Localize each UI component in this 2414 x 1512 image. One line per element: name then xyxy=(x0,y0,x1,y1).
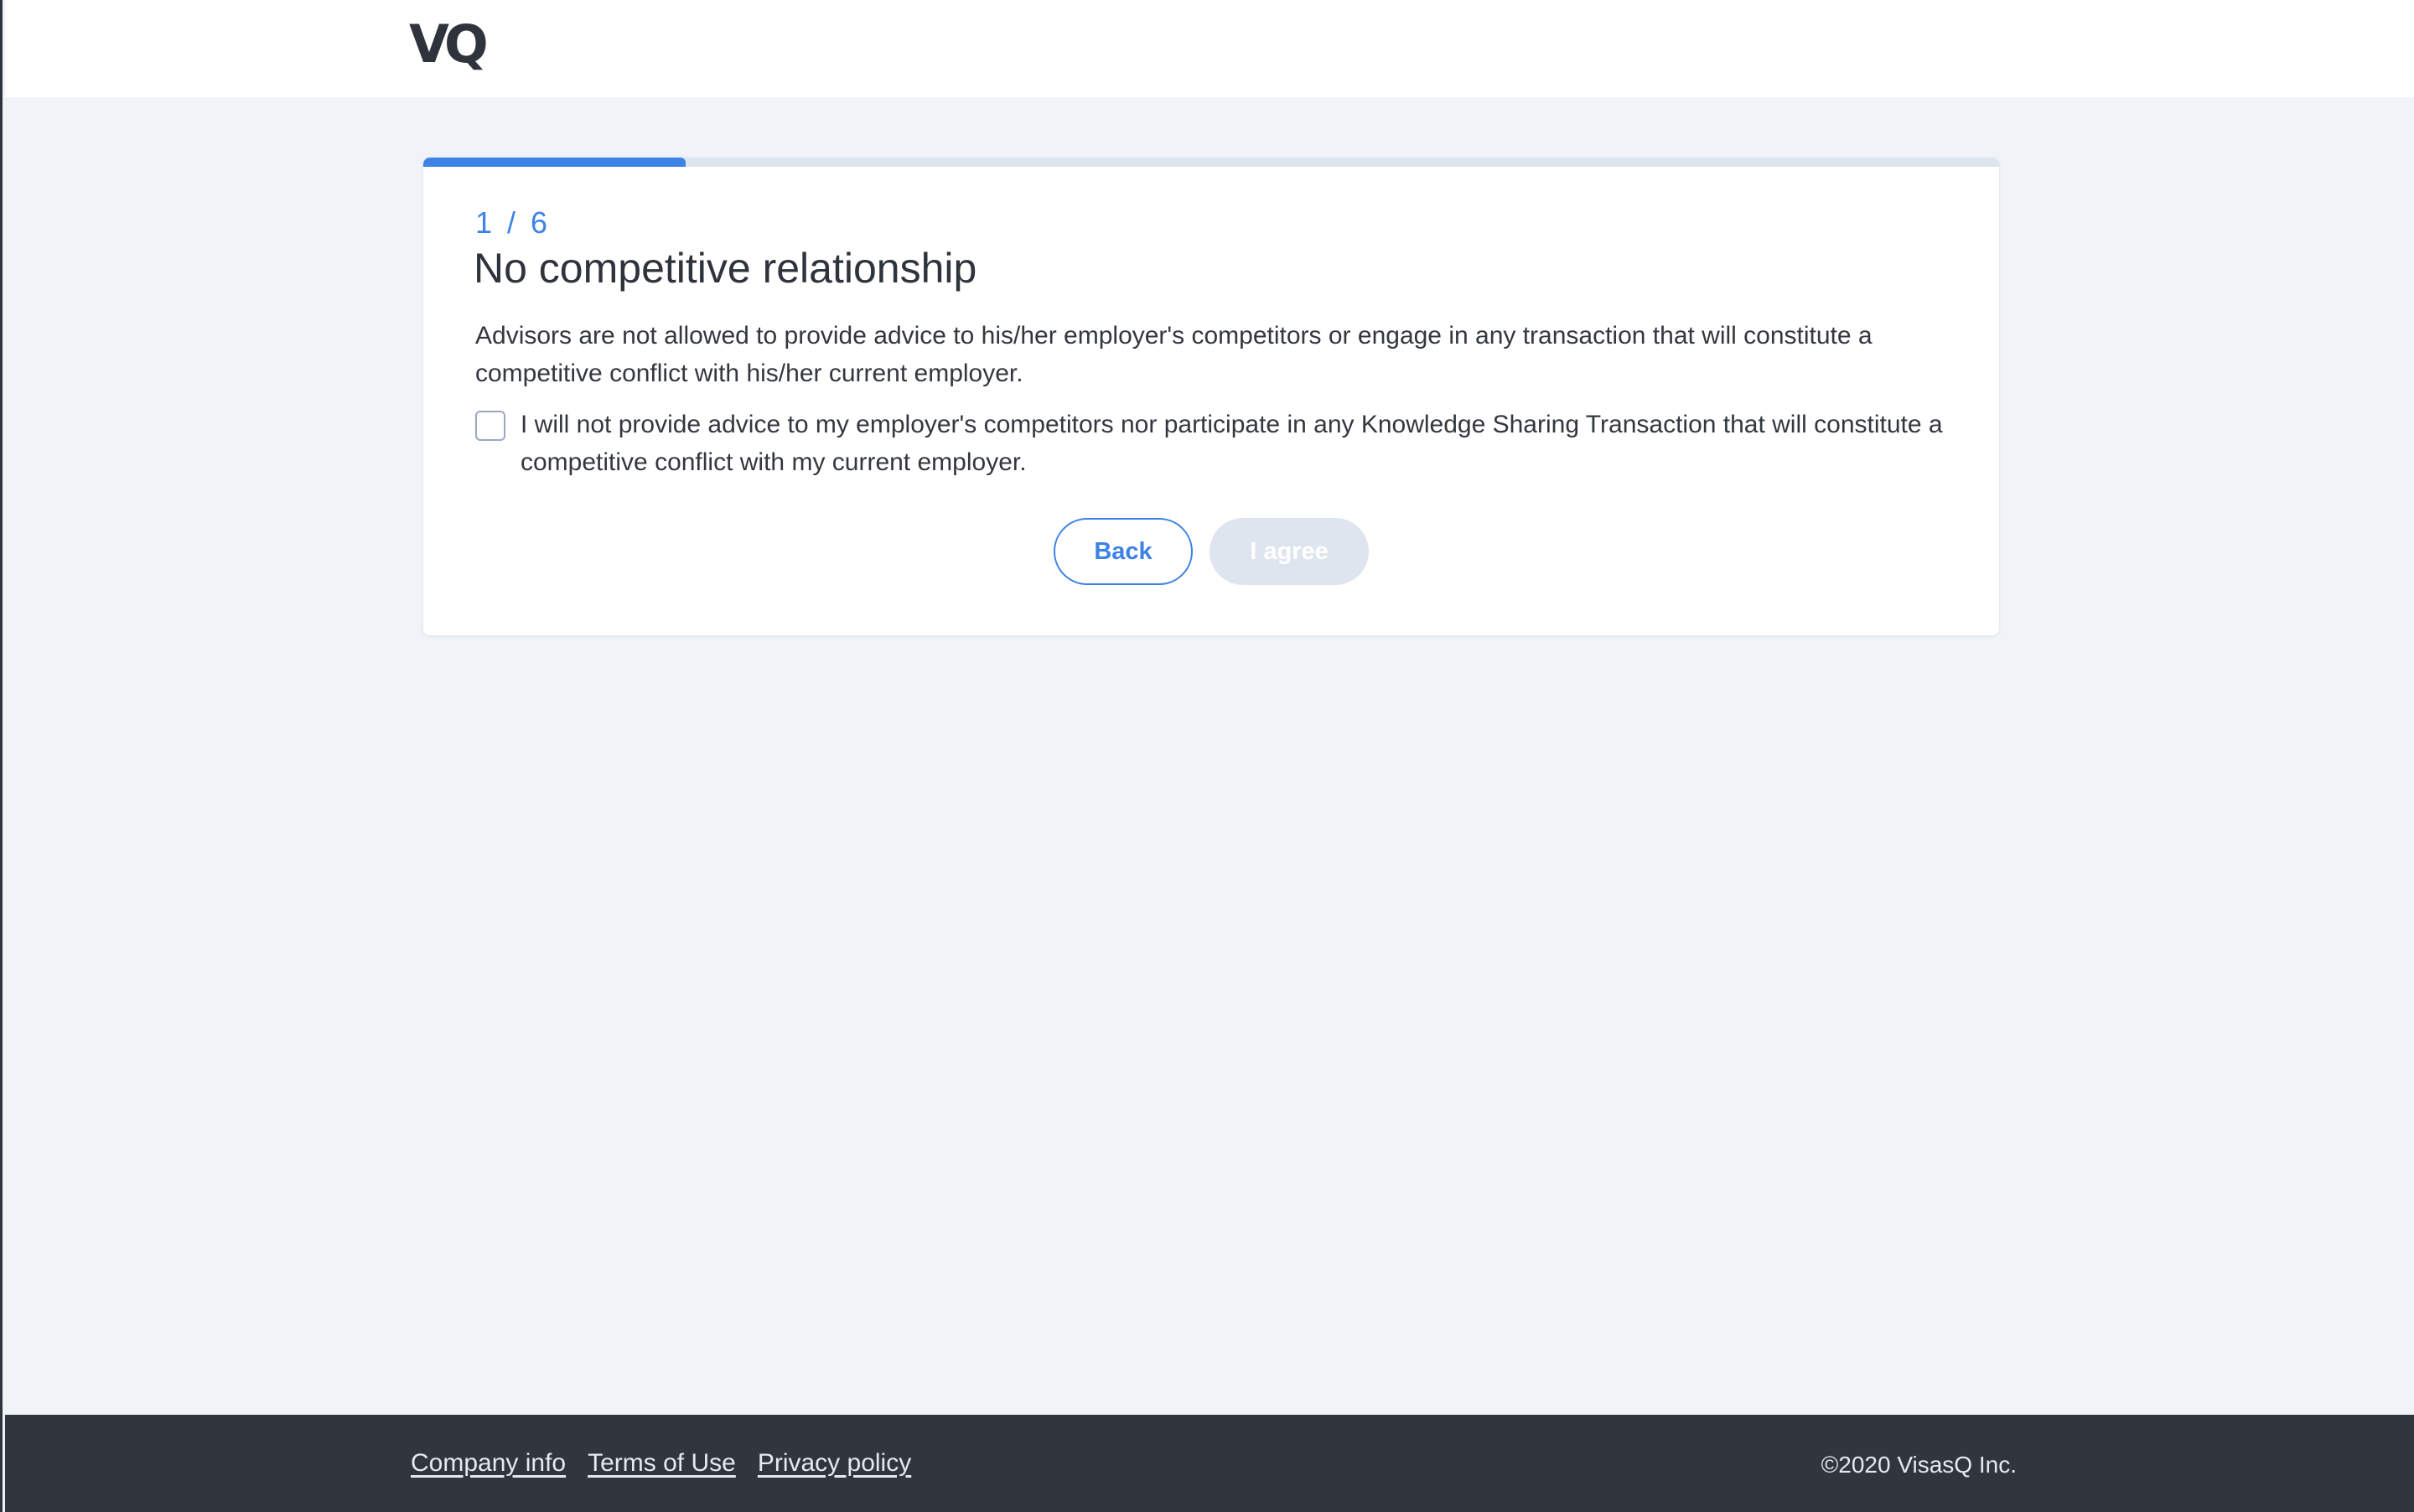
site-header: VQ xyxy=(5,0,2414,97)
progress-bar xyxy=(423,158,1999,167)
footer-link-privacy-policy[interactable]: Privacy policy xyxy=(758,1447,911,1480)
footer-links: Company info Terms of Use Privacy policy xyxy=(411,1447,911,1480)
browser-frame: VQ 1 / 6 No competitive relationship Adv… xyxy=(0,0,2414,1512)
footer-link-company-info[interactable]: Company info xyxy=(411,1447,566,1480)
progress-bar-fill xyxy=(423,158,686,167)
agreement-checkbox[interactable] xyxy=(475,411,505,441)
copyright-text: ©2020 VisasQ Inc. xyxy=(1821,1452,2017,1478)
agreement-checkbox-row[interactable]: I will not provide advice to my employer… xyxy=(475,411,1950,481)
footer-link-terms-of-use[interactable]: Terms of Use xyxy=(588,1447,736,1480)
action-buttons: Back I agree xyxy=(423,518,1999,585)
visasq-logo[interactable]: VQ xyxy=(409,15,489,74)
step-counter: 1 / 6 xyxy=(475,205,552,240)
agree-button[interactable]: I agree xyxy=(1210,518,1369,585)
agreement-checkbox-label[interactable]: I will not provide advice to my employer… xyxy=(521,406,1950,481)
site-footer: Company info Terms of Use Privacy policy… xyxy=(5,1415,2414,1512)
policy-description: Advisors are not allowed to provide advi… xyxy=(475,322,1873,387)
agreement-card: 1 / 6 No competitive relationship Adviso… xyxy=(423,158,1999,635)
page-title: No competitive relationship xyxy=(474,245,977,292)
back-button[interactable]: Back xyxy=(1054,518,1193,585)
